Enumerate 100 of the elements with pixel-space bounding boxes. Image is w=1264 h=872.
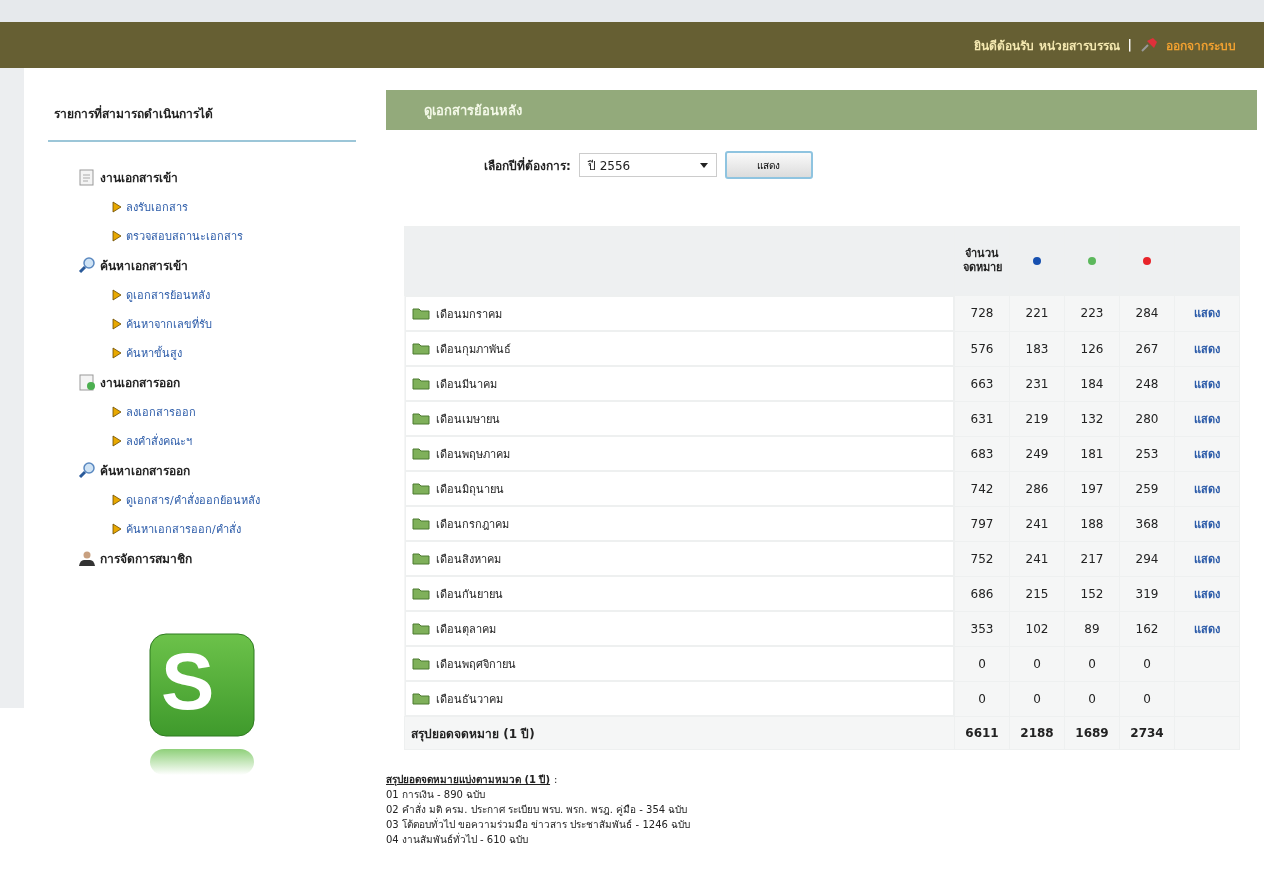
show-link[interactable]: แสดง <box>1194 622 1220 636</box>
month-name: เดือนสิงหาคม <box>435 551 501 568</box>
table-cell: 132 <box>1080 411 1104 426</box>
menu-link[interactable]: ค้นหาขั้นสูง <box>126 343 182 362</box>
table-cell: 181 <box>1080 446 1104 461</box>
total-cell: 6611 <box>965 726 999 740</box>
total-cell: 2734 <box>1130 726 1164 740</box>
total-cell: 2188 <box>1020 726 1054 740</box>
folder-icon <box>411 307 430 320</box>
separator-text: | <box>1127 38 1132 52</box>
table-cell: 223 <box>1080 306 1104 321</box>
table-cell: 0 <box>978 656 986 671</box>
summary-line: 01 การเงิน - 890 ฉบับ <box>386 788 487 802</box>
menu-link[interactable]: ค้นหาเอกสารออก/คำสั่ง <box>126 519 241 538</box>
welcome-text: ยินดีต้อนรับ หน่วยสารบรรณ <box>974 37 1120 55</box>
menu-link[interactable]: ลงเอกสารออก <box>126 402 196 421</box>
menu-link[interactable]: ดูเอกสารย้อนหลัง <box>126 285 210 304</box>
year-label: เลือกปีที่ต้องการ: <box>484 156 571 175</box>
month-name: เดือนมกราคม <box>435 306 502 323</box>
table-cell: 221 <box>1025 306 1049 321</box>
table-cell: 188 <box>1080 516 1104 531</box>
show-link[interactable]: แสดง <box>1194 482 1220 496</box>
table-cell: 197 <box>1080 481 1104 496</box>
menu-link[interactable]: ค้นหาจากเลขที่รับ <box>126 314 212 333</box>
summary-line: 03 โต้ตอบทั่วไป ขอความร่วมมือ ข่าวสาร ประชาสัมพันธ์ - 1246 ฉบับ <box>386 817 692 832</box>
month-name: เดือนธันวาคม <box>435 691 503 708</box>
sidebar-title: รายการที่สามารถดำเนินการได้ <box>48 104 356 142</box>
folder-icon <box>411 342 430 355</box>
table-cell: 215 <box>1025 586 1049 601</box>
dropdown-icon <box>699 162 708 168</box>
month-name: เดือนกุมภาพันธ์ <box>435 341 511 358</box>
folder-icon <box>411 447 430 460</box>
table-cell: 576 <box>970 341 994 356</box>
table-cell: 353 <box>970 621 994 636</box>
arrow-icon <box>112 229 122 242</box>
table-cell: 231 <box>1025 376 1049 391</box>
show-link[interactable]: แสดง <box>1194 377 1220 391</box>
summary-line: 04 งานสัมพันธ์ทั่วไป - 610 ฉบับ <box>386 832 530 847</box>
table-cell: 267 <box>1135 341 1159 356</box>
table-cell: 0 <box>1088 691 1096 706</box>
show-link[interactable]: แสดง <box>1194 307 1220 321</box>
arrow-icon <box>112 346 122 359</box>
show-link[interactable]: แสดง <box>1194 447 1220 461</box>
document-icon <box>78 168 96 186</box>
month-name: เดือนเมษายน <box>435 411 500 428</box>
table-cell: 89 <box>1084 621 1100 636</box>
table-cell: 0 <box>1143 656 1151 671</box>
table-cell: 162 <box>1135 621 1159 636</box>
show-link[interactable]: แสดง <box>1194 517 1220 531</box>
arrow-icon <box>112 200 122 213</box>
arrow-icon <box>112 522 122 535</box>
arrow-icon <box>112 493 122 506</box>
search-icon <box>78 461 96 479</box>
table-cell: 126 <box>1080 341 1104 356</box>
month-name: เดือนพฤษภาคม <box>435 446 510 463</box>
month-name: เดือนตุลาคม <box>435 621 496 638</box>
show-link[interactable]: แสดง <box>1194 342 1220 356</box>
folder-icon <box>411 517 430 530</box>
table-cell: 286 <box>1025 481 1049 496</box>
year-select[interactable]: ปี 2556 <box>578 153 717 177</box>
table-cell: 368 <box>1135 516 1159 531</box>
show-link[interactable]: แสดง <box>1194 587 1220 601</box>
menu-link[interactable]: ลงคำสั่งคณะฯ <box>126 431 192 450</box>
folder-icon <box>411 482 430 495</box>
summary-title[interactable]: สรุปยอดจดหมายแบ่งตามหมวด (1 ปี) <box>386 772 551 787</box>
summary-line: 02 คำสั่ง มติ ครม. ประกาศ ระเบียบ พรบ. พรก. พรฎ. คู่มือ - 354 ฉบับ <box>386 802 689 817</box>
users-icon <box>78 549 96 567</box>
table-cell: 0 <box>978 691 986 706</box>
folder-icon <box>411 377 430 390</box>
table-cell: 683 <box>970 446 994 461</box>
table-cell: 241 <box>1025 516 1049 531</box>
document-icon <box>78 373 96 391</box>
month-name: เดือนมิถุนายน <box>435 481 504 498</box>
show-link[interactable]: แสดง <box>1194 412 1220 426</box>
month-name: เดือนกันยายน <box>435 586 503 603</box>
table-cell: 294 <box>1135 551 1159 566</box>
table-cell: 797 <box>970 516 994 531</box>
arrow-icon <box>112 317 122 330</box>
month-name: เดือนมีนาคม <box>435 376 497 393</box>
menu-link[interactable]: ลงรับเอกสาร <box>126 197 188 216</box>
total-label: สรุปยอดจดหมาย (1 ปี) <box>411 726 535 741</box>
table-cell: 183 <box>1025 341 1049 356</box>
table-cell: 631 <box>970 411 994 426</box>
table-cell: 742 <box>970 481 994 496</box>
month-name: เดือนกรกฎาคม <box>435 516 509 533</box>
menu-heading: งานเอกสารออก <box>100 374 180 392</box>
menu-link[interactable]: ดูเอกสาร/คำสั่งออกย้อนหลัง <box>126 490 260 509</box>
column-header: จำนวน จดหมาย <box>961 246 1003 276</box>
arrow-icon <box>112 288 122 301</box>
show-button[interactable]: แสดง <box>724 151 813 179</box>
menu-link[interactable]: ตรวจสอบสถานะเอกสาร <box>126 226 243 245</box>
table-cell: 248 <box>1135 376 1159 391</box>
menu-heading: การจัดการสมาชิก <box>100 550 192 568</box>
show-link[interactable]: แสดง <box>1194 552 1220 566</box>
arrow-icon <box>112 405 122 418</box>
table-cell: 259 <box>1135 481 1159 496</box>
month-name: เดือนพฤศจิกายน <box>435 656 516 673</box>
folder-icon <box>411 587 430 600</box>
folder-icon <box>411 552 430 565</box>
folder-icon <box>411 657 430 670</box>
